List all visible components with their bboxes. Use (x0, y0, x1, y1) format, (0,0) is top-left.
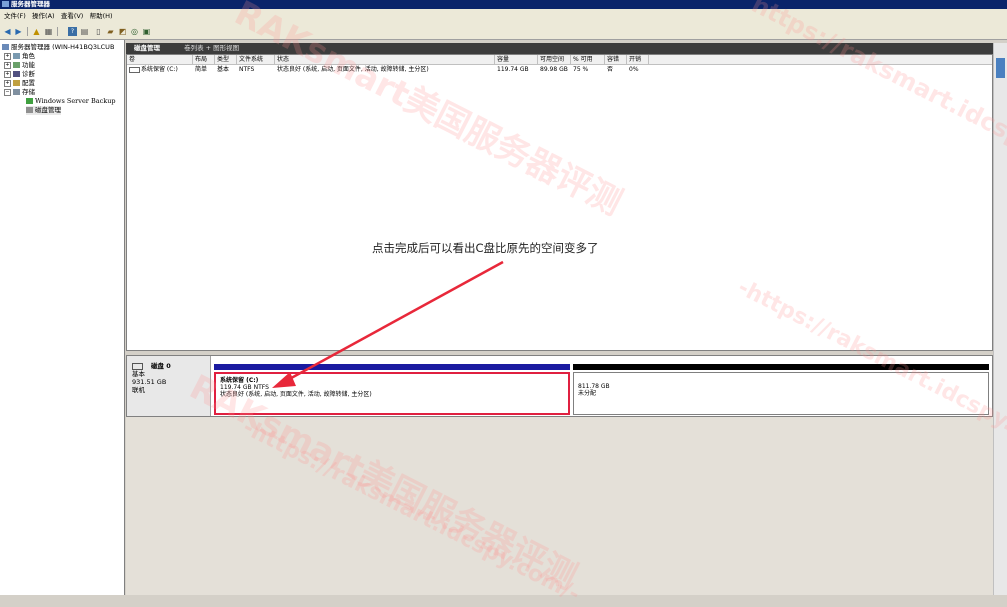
table-cell: 89.98 GB (540, 66, 568, 73)
disk-type: 基本 (132, 370, 145, 378)
annotation-text: 点击完成后可以看出C盘比原先的空间变多了 (372, 241, 599, 255)
tree-item-roles[interactable]: + 角色 (4, 52, 35, 61)
volume-name-cell: 系统保留 (C:) (127, 65, 178, 74)
backup-icon (26, 98, 33, 104)
partition-status: 未分配 (578, 390, 597, 397)
expand-icon[interactable]: + (4, 70, 11, 78)
server-icon (2, 44, 9, 50)
column-header-status[interactable]: 状态 (275, 55, 495, 64)
menu-view[interactable]: 查看(V) (61, 9, 84, 23)
table-cell: 简单 (195, 66, 208, 73)
table-cell: 0% (629, 66, 639, 73)
menu-help[interactable]: 帮助(H) (90, 9, 113, 23)
column-header-volume[interactable]: 卷 (127, 55, 193, 64)
column-header-fault-tolerance[interactable]: 容错 (605, 55, 627, 64)
navigation-tree: 服务器管理器 (WIN-H41BQ3LCUB + 角色 + 功能 + 诊断 + 配置 −… (0, 40, 125, 595)
menu-bar: 文件(F) 操作(A) 查看(V) 帮助(H) (0, 9, 1007, 23)
configuration-icon (13, 80, 20, 86)
disk-0-label[interactable]: 磁盘 0 基本 931.51 GB 联机 (127, 356, 211, 416)
expand-icon[interactable]: + (4, 52, 11, 60)
column-header-percent-free[interactable]: % 可用 (571, 55, 605, 64)
table-cell: 75 % (573, 66, 589, 73)
disk-status: 联机 (132, 386, 145, 394)
view-label: 卷列表 + 图形视图 (184, 44, 240, 52)
show-hide-tree-icon[interactable]: ▦ (44, 27, 53, 36)
forward-icon[interactable]: ▶ (14, 27, 23, 36)
tree-root-label: 服务器管理器 (WIN-H41BQ3LCUB (11, 43, 115, 51)
table-cell: 状态良好 (系统, 启动, 页面文件, 活动, 故障转储, 主分区) (277, 66, 429, 73)
disk-size: 931.51 GB (132, 378, 167, 386)
menu-action[interactable]: 操作(A) (32, 9, 55, 23)
menu-file[interactable]: 文件(F) (4, 9, 26, 23)
column-header-filesystem[interactable]: 文件系统 (237, 55, 275, 64)
table-row[interactable]: 系统保留 (C:) 简单 基本 NTFS 状态良好 (系统, 启动, 页面文件,… (127, 65, 992, 74)
partition-name: 系统保留 (C:) (220, 377, 259, 384)
table-cell: 119.74 GB (497, 66, 529, 73)
volume-table-header: 卷 布局 类型 文件系统 状态 容量 可用空间 % 可用 容错 开销 (127, 55, 992, 65)
right-scrollbar[interactable] (993, 43, 1007, 595)
collapse-icon[interactable]: − (4, 88, 11, 96)
table-cell: 基本 (217, 66, 230, 73)
search-icon[interactable]: ◎ (130, 27, 139, 36)
toolbar-separator (57, 27, 58, 36)
help-icon[interactable]: ? (68, 27, 77, 36)
toolbar-separator (27, 27, 28, 36)
tree-item-storage[interactable]: − 存储 (4, 88, 35, 97)
window-title: 服务器管理器 (11, 0, 50, 8)
features-icon (13, 62, 20, 68)
up-folder-icon[interactable]: ▲ (32, 27, 41, 36)
main-title: 磁盘管理 (134, 44, 160, 52)
tree-item-disk-management[interactable]: 磁盘管理 (26, 106, 61, 115)
storage-icon (13, 89, 20, 95)
refresh-icon[interactable]: ▣ (142, 27, 151, 36)
tree-item-windows-server-backup[interactable]: Windows Server Backup (26, 97, 116, 106)
disk-name: 磁盘 0 (151, 362, 171, 370)
column-header-free-space[interactable]: 可用空间 (538, 55, 571, 64)
properties-icon[interactable]: ▤ (80, 27, 89, 36)
scrollbar-thumb[interactable] (996, 58, 1005, 78)
roles-icon (13, 53, 20, 59)
title-bar: 服务器管理器 (0, 0, 1007, 9)
partition-status: 状态良好 (系统, 启动, 页面文件, 活动, 故障转储, 主分区) (220, 391, 372, 398)
open-icon[interactable]: ◩ (118, 27, 127, 36)
table-cell: NTFS (239, 66, 255, 73)
column-header-overhead[interactable]: 开销 (627, 55, 649, 64)
unallocated-bar (573, 364, 989, 370)
page-icon[interactable]: ▯ (94, 27, 103, 36)
tree-item-features[interactable]: + 功能 (4, 61, 35, 70)
expand-icon[interactable]: + (4, 61, 11, 69)
volume-list: 卷 布局 类型 文件系统 状态 容量 可用空间 % 可用 容错 开销 系统保留 … (126, 54, 993, 351)
server-manager-icon (2, 1, 9, 7)
tree-root-server-manager[interactable]: 服务器管理器 (WIN-H41BQ3LCUB (2, 43, 114, 52)
disk-management-icon (26, 107, 33, 113)
tree-item-diagnostics[interactable]: + 诊断 (4, 70, 35, 79)
primary-partition-bar (214, 364, 570, 370)
column-header-type[interactable]: 类型 (215, 55, 237, 64)
volume-icon (129, 66, 140, 73)
expand-icon[interactable]: + (4, 79, 11, 87)
disk-0-row: 磁盘 0 基本 931.51 GB 联机 系统保留 (C:) 119.74 GB… (126, 355, 993, 417)
tree-item-configuration[interactable]: + 配置 (4, 79, 35, 88)
column-header-layout[interactable]: 布局 (193, 55, 215, 64)
main-header: 磁盘管理 卷列表 + 图形视图 (126, 43, 1007, 54)
table-cell: 否 (607, 66, 614, 73)
toolbar: ◀ ▶ ▲ ▦ ? ▤ ▯ ▰ ◩ ◎ ▣ (0, 23, 1007, 40)
column-header-capacity[interactable]: 容量 (495, 55, 538, 64)
folder-icon[interactable]: ▰ (106, 27, 115, 36)
partition-system-reserved-c[interactable]: 系统保留 (C:) 119.74 GB NTFS 状态良好 (系统, 启动, 页… (214, 372, 570, 415)
disk-icon (132, 362, 143, 370)
diagnostics-icon (13, 71, 20, 77)
partition-unallocated[interactable]: 811.78 GB 未分配 (573, 372, 989, 415)
partition-size: 119.74 GB NTFS (220, 384, 269, 391)
partition-size: 811.78 GB (578, 383, 610, 390)
back-icon[interactable]: ◀ (3, 27, 12, 36)
